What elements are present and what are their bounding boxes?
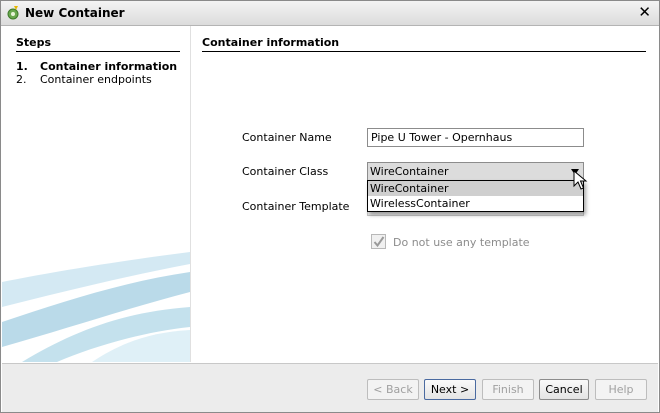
steps-heading: Steps [16,36,180,52]
step-number: 2. [16,73,27,86]
mouse-pointer-icon [573,169,589,192]
wizard-decorative-art [2,252,190,362]
window-title: New Container [25,6,125,20]
close-icon[interactable]: ✕ [638,4,651,20]
next-button[interactable]: Next > [424,379,476,400]
step-item-container-endpoints: 2. Container endpoints [16,73,152,86]
container-class-select[interactable]: WireContainer [367,162,584,181]
step-item-container-information: 1. Container information [16,60,177,73]
checkmark-icon [373,236,385,248]
title-bar[interactable]: New Container ✕ [1,1,659,26]
cancel-button[interactable]: Cancel [539,379,589,400]
container-class-label: Container Class [242,165,329,178]
green-gear-icon [5,5,21,21]
help-button[interactable]: Help [595,379,647,400]
container-template-label: Container Template [242,200,350,213]
container-class-dropdown-list: WireContainer WirelessContainer [367,180,584,212]
step-label: Container information [40,60,178,73]
step-label: Container endpoints [40,73,152,86]
step-number: 1. [16,60,28,73]
finish-button[interactable]: Finish [482,379,534,400]
back-button[interactable]: < Back [367,379,419,400]
no-template-checkbox[interactable] [371,234,386,249]
content-heading: Container information [202,36,646,52]
container-name-input[interactable]: Pipe U Tower - Opernhaus [367,128,584,147]
container-name-label: Container Name [242,131,332,144]
new-container-dialog: New Container ✕ Steps 1. Container inform… [0,0,660,413]
steps-panel: Steps 1. Container information 2. Containe… [2,26,190,362]
pane-divider [190,26,191,362]
container-class-value: WireContainer [370,165,449,178]
dropdown-option-wirelesscontainer[interactable]: WirelessContainer [368,196,583,211]
dropdown-option-wirecontainer[interactable]: WireContainer [368,181,583,196]
no-template-label: Do not use any template [393,236,530,249]
